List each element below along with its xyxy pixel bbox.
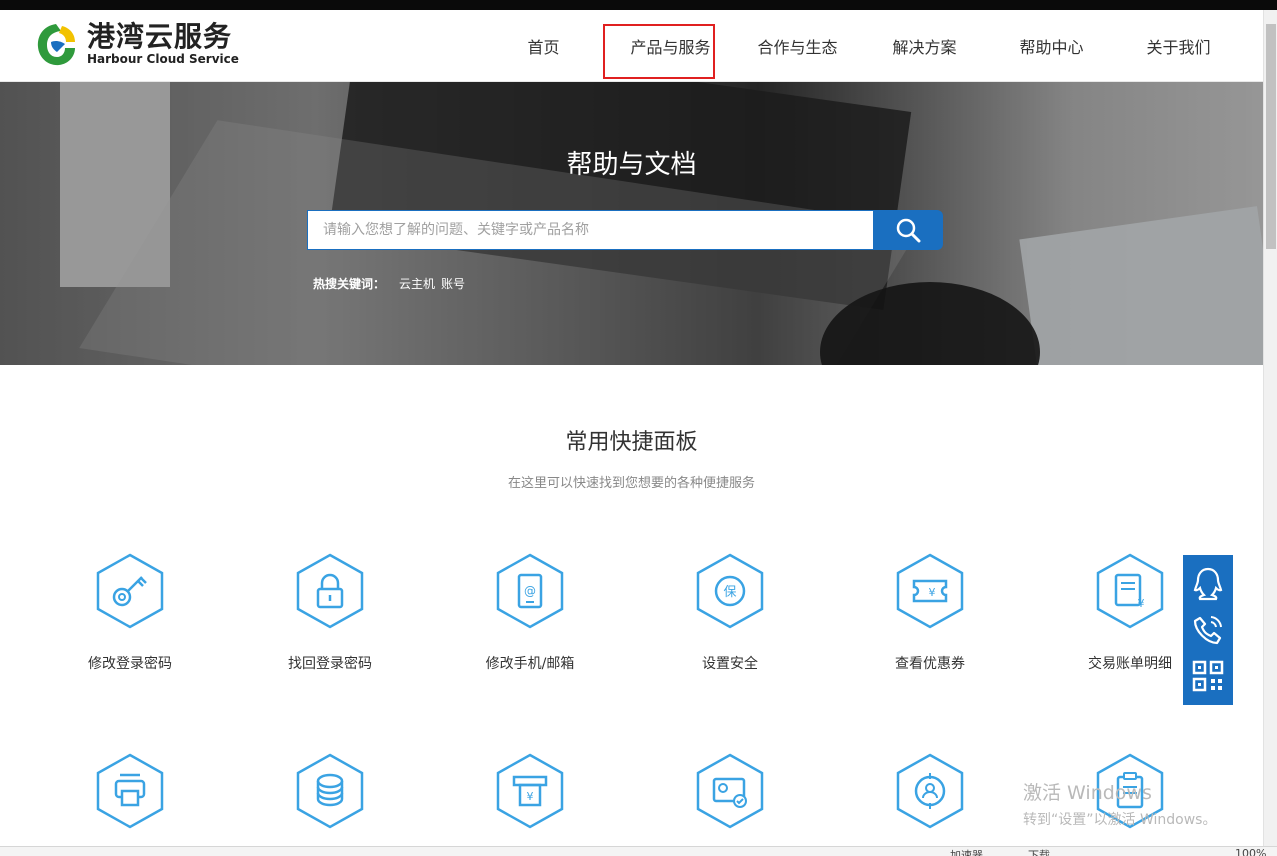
nav-help-center[interactable]: 帮助中心 xyxy=(988,10,1115,82)
clipboard-icon xyxy=(1096,753,1164,829)
tile-label: 修改手机/邮箱 xyxy=(485,656,575,672)
harbour-logo-icon xyxy=(37,24,75,66)
logo-chinese-name: 港湾云服务 xyxy=(87,20,233,53)
quick-tile-change-phone-email[interactable]: @ 修改手机/邮箱 xyxy=(430,553,630,673)
quick-tile-security-settings[interactable]: 保 设置安全 xyxy=(630,553,830,673)
browser-status-bar: 加速器 下载 100% xyxy=(0,846,1277,856)
quick-tile-row2[interactable]: ¥ xyxy=(430,753,630,833)
hot-keyword-link[interactable]: 云主机 xyxy=(399,275,435,292)
qq-icon xyxy=(1193,567,1223,601)
nav-about-us[interactable]: 关于我们 xyxy=(1115,10,1242,82)
help-search xyxy=(307,210,943,250)
tile-label: 设置安全 xyxy=(702,656,758,672)
quick-tile-row2[interactable] xyxy=(230,753,430,833)
quick-tile-row2[interactable] xyxy=(30,753,230,833)
site-header: 港湾云服务 Harbour Cloud Service 首页 产品与服务 合作与… xyxy=(0,10,1263,82)
status-accelerator[interactable]: 加速器 xyxy=(950,847,983,856)
printer-icon xyxy=(96,753,164,829)
bill-icon: ¥ xyxy=(1096,553,1164,629)
quick-tile-change-password[interactable]: 修改登录密码 xyxy=(30,553,230,673)
tile-label: 查看优惠券 xyxy=(895,656,965,672)
hero-title: 帮助与文档 xyxy=(566,150,697,180)
hot-keywords-label: 热搜关键词： xyxy=(313,277,386,291)
atm-icon: ¥ xyxy=(496,753,564,829)
quick-panel-subtitle: 在这里可以快速找到您想要的各种便捷服务 xyxy=(507,476,755,491)
target-user-icon xyxy=(896,753,964,829)
search-button[interactable] xyxy=(873,210,943,250)
help-search-input[interactable] xyxy=(307,210,873,250)
hot-keyword-link[interactable]: 账号 xyxy=(441,275,465,292)
page-scrollbar[interactable] xyxy=(1263,10,1277,856)
svg-text:¥: ¥ xyxy=(527,790,534,803)
coupon-icon: ¥ xyxy=(896,553,964,629)
svg-text:¥: ¥ xyxy=(1138,597,1145,610)
phone-email-icon: @ xyxy=(496,553,564,629)
quick-tile-view-coupons[interactable]: ¥ 查看优惠券 xyxy=(830,553,1030,673)
shield-icon: 保 xyxy=(696,553,764,629)
svg-text:¥: ¥ xyxy=(929,586,936,599)
svg-text:@: @ xyxy=(524,584,536,598)
quick-tile-recover-password[interactable]: 找回登录密码 xyxy=(230,553,430,673)
coins-icon xyxy=(296,753,364,829)
logo[interactable]: 港湾云服务 Harbour Cloud Service xyxy=(35,20,239,68)
help-hero-banner: 帮助与文档 热搜关键词： 云主机 账号 xyxy=(0,82,1263,365)
status-zoom[interactable]: 100% xyxy=(1235,847,1266,856)
qq-contact-button[interactable] xyxy=(1188,564,1228,604)
hot-keywords: 热搜关键词： 云主机 账号 xyxy=(313,275,465,292)
nav-cooperation-ecosystem[interactable]: 合作与生态 xyxy=(734,10,861,82)
nav-home[interactable]: 首页 xyxy=(480,10,607,82)
browser-top-bar xyxy=(0,0,1277,10)
tile-label: 找回登录密码 xyxy=(288,656,372,672)
svg-text:保: 保 xyxy=(723,585,736,600)
nav-solutions[interactable]: 解决方案 xyxy=(861,10,988,82)
id-card-icon xyxy=(696,753,764,829)
phone-icon xyxy=(1193,616,1222,645)
qrcode-icon xyxy=(1192,660,1224,692)
quick-tile-row2[interactable] xyxy=(630,753,830,833)
nav-products-services[interactable]: 产品与服务 xyxy=(607,10,734,82)
scroll-up-arrow-icon[interactable] xyxy=(1266,10,1276,22)
qrcode-button[interactable] xyxy=(1188,656,1228,696)
padlock-icon xyxy=(296,553,364,629)
key-icon xyxy=(96,553,164,629)
scrollbar-thumb[interactable] xyxy=(1266,24,1276,249)
status-download[interactable]: 下载 xyxy=(1028,847,1050,856)
phone-contact-button[interactable] xyxy=(1188,610,1228,650)
search-icon xyxy=(896,218,921,243)
logo-english-name: Harbour Cloud Service xyxy=(87,52,239,66)
quick-tile-row2[interactable] xyxy=(1030,753,1230,833)
main-nav: 首页 产品与服务 合作与生态 解决方案 帮助中心 关于我们 xyxy=(480,10,1242,82)
floating-contact-bar xyxy=(1183,555,1233,705)
quick-tile-row2[interactable] xyxy=(830,753,1030,833)
tile-label: 修改登录密码 xyxy=(88,656,172,672)
quick-panel-title: 常用快捷面板 xyxy=(565,430,698,455)
